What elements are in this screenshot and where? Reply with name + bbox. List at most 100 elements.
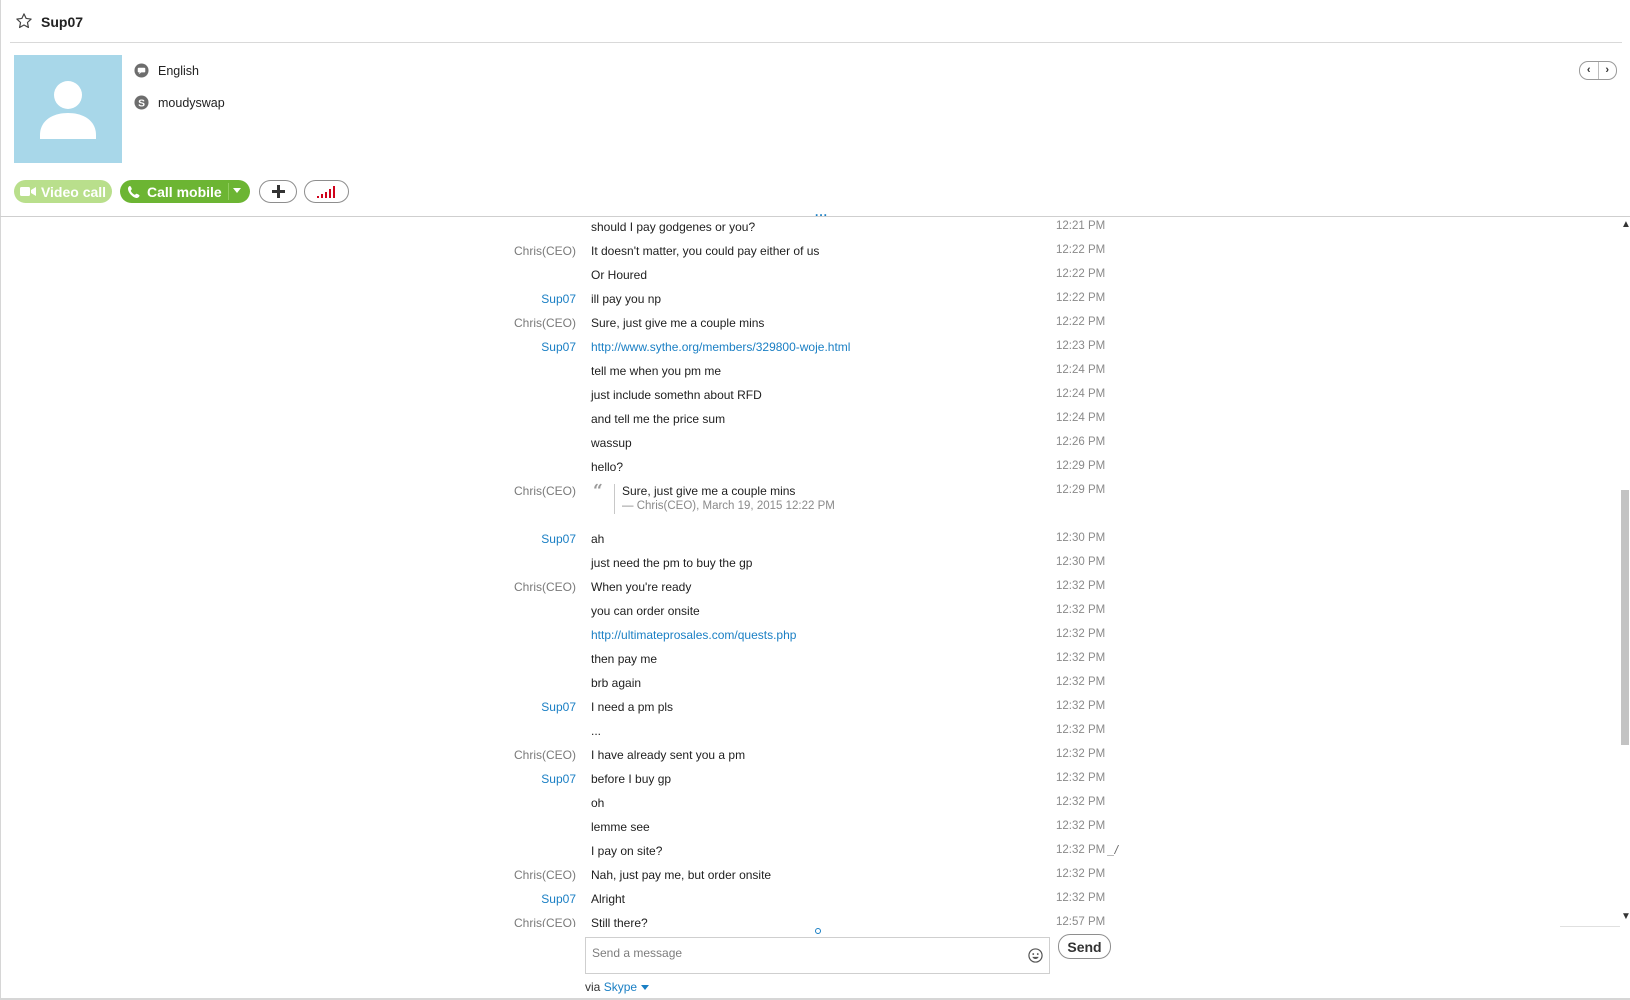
via-service[interactable]: Skype bbox=[604, 980, 637, 994]
message-text: It doesn't matter, you could pay either … bbox=[591, 244, 820, 258]
chevron-left-icon[interactable]: ‹ bbox=[1580, 62, 1599, 79]
quote-citation: — Chris(CEO), March 19, 2015 12:22 PM bbox=[622, 500, 835, 512]
message-row: Chris(CEO) Nah, just pay me, but order o… bbox=[0, 865, 1610, 889]
skype-name-row: S moudyswap bbox=[134, 95, 225, 110]
avatar bbox=[14, 55, 122, 163]
message-time: 12:32 PM bbox=[1056, 748, 1106, 760]
message-sender[interactable]: Sup07 bbox=[541, 892, 576, 906]
message-row: Chris(CEO) Sure, just give me a couple m… bbox=[0, 313, 1610, 337]
scroll-up-arrow-icon[interactable]: ▲ bbox=[1621, 219, 1630, 230]
star-icon[interactable] bbox=[15, 12, 33, 30]
message-row: tell me when you pm me 12:24 PM bbox=[0, 361, 1610, 385]
message-row: I pay on site? 12:32 PM _/ bbox=[0, 841, 1610, 865]
send-button[interactable]: Send bbox=[1058, 934, 1111, 959]
message-row: just include somethn about RFD 12:24 PM bbox=[0, 385, 1610, 409]
message-sender[interactable]: Chris(CEO) bbox=[514, 484, 576, 498]
message-text: Or Houred bbox=[591, 268, 648, 282]
message-row: Sup07 ill pay you np 12:22 PM bbox=[0, 289, 1610, 313]
message-time: 12:22 PM bbox=[1056, 292, 1106, 304]
message-time: 12:32 PM bbox=[1056, 892, 1106, 904]
message-composer bbox=[585, 937, 1050, 974]
message-row: Sup07 before I buy gp 12:32 PM bbox=[0, 769, 1610, 793]
message-text: Nah, just pay me, but order onsite bbox=[591, 868, 772, 882]
message-text: just need the pm to buy the gp bbox=[591, 556, 753, 570]
chevron-down-icon[interactable] bbox=[233, 188, 241, 193]
message-row: Chris(CEO) Still there? 12:57 PM bbox=[0, 913, 1610, 927]
message-row: Chris(CEO) It doesn't matter, you could … bbox=[0, 241, 1610, 265]
message-time: 12:57 PM bbox=[1056, 916, 1106, 927]
svg-text:S: S bbox=[138, 98, 145, 109]
message-sender[interactable]: Chris(CEO) bbox=[514, 580, 576, 594]
quote-text: Sure, just give me a couple mins bbox=[622, 484, 796, 498]
message-text: I have already sent you a pm bbox=[591, 748, 746, 762]
call-mobile-button[interactable]: Call mobile bbox=[120, 180, 250, 203]
message-row: lemme see 12:32 PM bbox=[0, 817, 1610, 841]
video-call-button[interactable]: Video call bbox=[14, 180, 112, 203]
message-text: Alright bbox=[591, 892, 626, 906]
message-time: 12:29 PM bbox=[1056, 484, 1106, 496]
call-quality-button[interactable] bbox=[304, 180, 349, 203]
message-row: brb again 12:32 PM bbox=[0, 673, 1610, 697]
scroll-down-arrow-icon[interactable]: ▼ bbox=[1621, 911, 1630, 922]
message-sender[interactable]: Sup07 bbox=[541, 532, 576, 546]
message-sender[interactable]: Chris(CEO) bbox=[514, 748, 576, 762]
send-via-selector[interactable]: via Skype bbox=[585, 980, 650, 994]
title-divider bbox=[10, 42, 1622, 43]
message-sender[interactable]: Sup07 bbox=[541, 340, 576, 354]
message-text: ah bbox=[591, 532, 605, 546]
message-row: you can order onsite 12:32 PM bbox=[0, 601, 1610, 625]
message-row: then pay me 12:32 PM bbox=[0, 649, 1610, 673]
chevron-down-icon[interactable] bbox=[641, 985, 650, 991]
message-sender[interactable]: Sup07 bbox=[541, 700, 576, 714]
emoticon-icon[interactable] bbox=[1028, 948, 1043, 963]
message-sender[interactable]: Chris(CEO) bbox=[514, 316, 576, 330]
message-time: 12:24 PM bbox=[1056, 364, 1106, 376]
via-prefix: via bbox=[585, 980, 601, 994]
message-row: hello? 12:29 PM bbox=[0, 457, 1610, 481]
message-time: 12:32 PM bbox=[1056, 844, 1106, 856]
language-label: English bbox=[158, 63, 199, 78]
message-row: wassup 12:26 PM bbox=[0, 433, 1610, 457]
message-sender[interactable]: Sup07 bbox=[541, 292, 576, 306]
message-link[interactable]: http://www.sythe.org/members/329800-woje… bbox=[591, 340, 850, 354]
message-sender[interactable]: Chris(CEO) bbox=[514, 916, 576, 927]
message-time: 12:24 PM bbox=[1056, 388, 1106, 400]
video-camera-icon bbox=[19, 187, 36, 196]
conversation-title-bar: Sup07 bbox=[0, 0, 1630, 44]
message-text: tell me when you pm me bbox=[591, 364, 722, 378]
video-call-label: Video call bbox=[40, 183, 107, 200]
add-people-button[interactable] bbox=[259, 180, 297, 203]
message-text: ... bbox=[591, 724, 602, 738]
composer-separator bbox=[1560, 926, 1620, 927]
message-row: Sup07 Alright 12:32 PM bbox=[0, 889, 1610, 913]
message-time: 12:22 PM bbox=[1056, 316, 1106, 328]
message-time: 12:32 PM bbox=[1056, 724, 1106, 736]
message-text: you can order onsite bbox=[591, 604, 700, 618]
chevron-right-icon[interactable]: › bbox=[1599, 62, 1617, 79]
message-text: Sure, just give me a couple mins bbox=[591, 316, 765, 330]
scrollbar-thumb[interactable] bbox=[1621, 490, 1629, 745]
message-text: before I buy gp bbox=[591, 772, 672, 786]
message-row: oh 12:32 PM bbox=[0, 793, 1610, 817]
message-time: 12:32 PM bbox=[1056, 628, 1106, 640]
edit-pencil-icon[interactable]: _/ bbox=[1108, 843, 1118, 857]
message-sender[interactable]: Chris(CEO) bbox=[514, 868, 576, 882]
message-text: hello? bbox=[591, 460, 624, 474]
message-sender[interactable]: Chris(CEO) bbox=[514, 244, 576, 258]
message-row: Sup07 http://www.sythe.org/members/32980… bbox=[0, 337, 1610, 361]
message-text: wassup bbox=[591, 436, 632, 450]
message-text: I need a pm pls bbox=[591, 700, 674, 714]
message-text: brb again bbox=[591, 676, 642, 690]
message-time: 12:32 PM bbox=[1056, 772, 1106, 784]
message-input[interactable] bbox=[592, 946, 1012, 960]
message-time: 12:21 PM bbox=[1056, 220, 1106, 232]
message-time: 12:32 PM bbox=[1056, 700, 1106, 712]
contact-nav-arrows: ‹ › bbox=[1579, 61, 1617, 80]
message-time: 12:32 PM bbox=[1056, 820, 1106, 832]
message-row: ... 12:32 PM bbox=[0, 721, 1610, 745]
message-sender[interactable]: Sup07 bbox=[541, 772, 576, 786]
message-row: and tell me the price sum 12:24 PM bbox=[0, 409, 1610, 433]
message-link[interactable]: http://ultimateprosales.com/quests.php bbox=[591, 628, 796, 642]
signal-bars-icon bbox=[316, 185, 335, 198]
message-time: 12:32 PM bbox=[1056, 796, 1106, 808]
